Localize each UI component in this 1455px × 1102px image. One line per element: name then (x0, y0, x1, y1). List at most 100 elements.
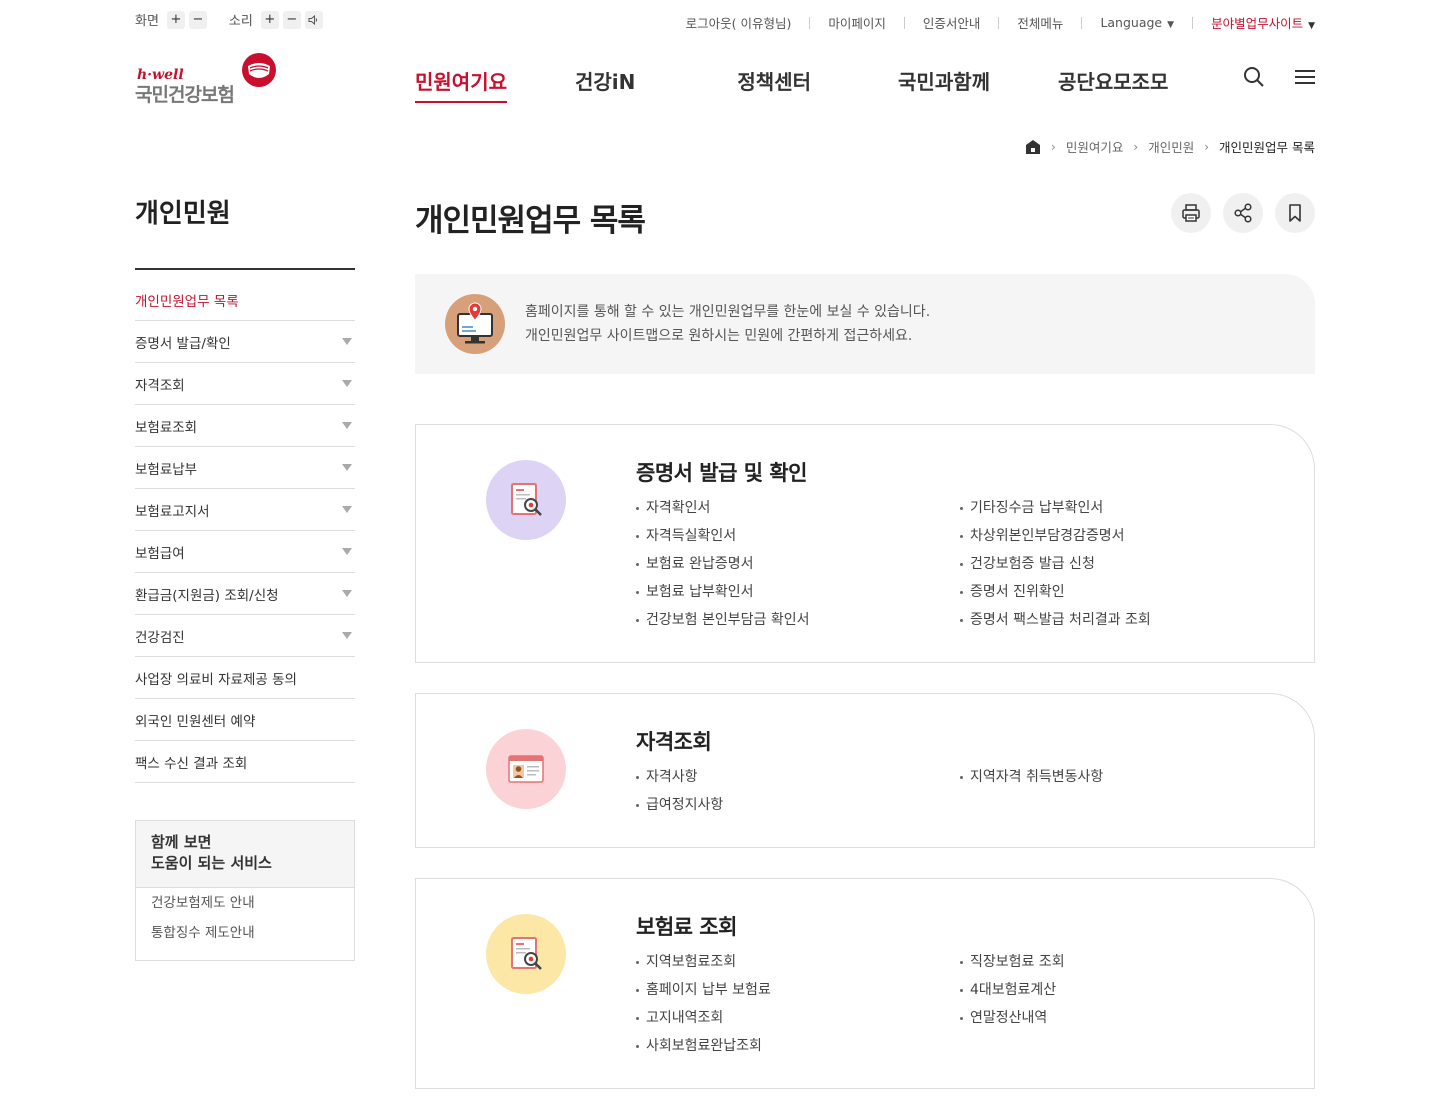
page-tools (1159, 193, 1315, 233)
share-icon (1234, 203, 1252, 223)
bookmark-icon (1289, 204, 1301, 222)
breadcrumb-item[interactable]: 개인민원 (1148, 137, 1194, 156)
page-title: 개인민원업무 목록 (415, 203, 646, 239)
accessibility-controls: 화면 + − 소리 + − (135, 10, 327, 29)
breadcrumb: › 민원여기요 › 개인민원 › 개인민원업무 목록 (1025, 137, 1315, 156)
search-icon[interactable] (1243, 66, 1265, 88)
service-link[interactable]: 차상위본인부담경감증명서 (960, 522, 1151, 550)
sidebar-item-list[interactable]: 개인민원업무 목록 (135, 279, 355, 321)
sidebar-title: 개인민원 (135, 199, 231, 229)
sidebar-item-label: 환급금(지원금) 조회/신청 (135, 587, 279, 604)
breadcrumb-separator-icon: › (1051, 139, 1056, 154)
service-link[interactable]: 고지내역조회 (636, 1004, 771, 1032)
service-link[interactable]: 급여정지사항 (636, 791, 723, 819)
breadcrumb-separator-icon: › (1204, 139, 1210, 154)
category-card-premium: 보험료 조회 지역보험료조회 홈페이지 납부 보험료 고지내역조회 사회보험료완… (415, 878, 1315, 1089)
volume-down-button[interactable]: − (282, 10, 301, 29)
nav-health-in[interactable]: 건강iN (575, 66, 635, 103)
related-services-title-line: 함께 보면 (151, 833, 212, 851)
certificate-guide-link[interactable]: 인증서안내 (923, 13, 981, 32)
service-link[interactable]: 홈페이지 납부 보험료 (636, 976, 771, 1004)
nav-with-people[interactable]: 국민과함께 (898, 66, 990, 103)
sidebar-item-qualification[interactable]: 자격조회 (135, 363, 355, 405)
category-icon-circle (486, 914, 566, 994)
breadcrumb-item[interactable]: 민원여기요 (1066, 137, 1124, 156)
certificate-search-icon (511, 483, 542, 516)
zoom-in-button[interactable]: + (166, 10, 185, 29)
service-link[interactable]: 보험료 납부확인서 (636, 578, 809, 606)
language-dropdown[interactable]: Language ▼ (1100, 15, 1174, 30)
service-link[interactable]: 자격득실확인서 (636, 522, 809, 550)
service-link[interactable]: 직장보험료 조회 (960, 948, 1065, 976)
sidebar-item-premium-notice[interactable]: 보험료고지서 (135, 489, 355, 531)
language-label: Language (1100, 15, 1163, 30)
service-link[interactable]: 연말정산내역 (960, 1004, 1065, 1032)
sidebar-item-label: 보험급여 (135, 545, 185, 562)
bookmark-button[interactable] (1275, 193, 1315, 233)
speaker-button[interactable] (304, 10, 323, 29)
category-links-left: 자격사항 급여정지사항 (636, 763, 723, 819)
expand-arrow-icon (342, 632, 352, 639)
category-icon-circle (486, 460, 566, 540)
hamburger-menu-icon[interactable] (1295, 69, 1315, 85)
service-link[interactable]: 지역자격 취득변동사항 (960, 763, 1103, 791)
sidebar-item-fax-result[interactable]: 팩스 수신 결과 조회 (135, 741, 355, 783)
sidebar-item-refund[interactable]: 환급금(지원금) 조회/신청 (135, 573, 355, 615)
sidebar-item-certificate[interactable]: 증명서 발급/확인 (135, 321, 355, 363)
header-actions (1243, 66, 1315, 88)
mypage-link[interactable]: 마이페이지 (828, 13, 886, 32)
sidebar-item-label: 보험료고지서 (135, 503, 210, 520)
print-icon (1182, 204, 1200, 222)
related-services-title-line: 도움이 되는 서비스 (151, 854, 272, 872)
volume-up-button[interactable]: + (260, 10, 279, 29)
sidebar-menu: 개인민원업무 목록 증명서 발급/확인 자격조회 보험료조회 보험료납부 보험료… (135, 279, 355, 783)
service-link[interactable]: 지역보험료조회 (636, 948, 771, 976)
field-sites-dropdown[interactable]: 분야별업무사이트 ▼ (1211, 13, 1315, 32)
sidebar-item-label: 개인민원업무 목록 (135, 293, 239, 310)
share-button[interactable] (1223, 193, 1263, 233)
sidebar-item-foreigner-reservation[interactable]: 외국인 민원센터 예약 (135, 699, 355, 741)
sidebar-item-benefits[interactable]: 보험급여 (135, 531, 355, 573)
service-link[interactable]: 기타징수금 납부확인서 (960, 494, 1151, 522)
service-link[interactable]: 4대보험료계산 (960, 976, 1065, 1004)
site-logo[interactable]: h·well 국민건강보험 (135, 52, 285, 106)
service-link[interactable]: 건강보험 본인부담금 확인서 (636, 606, 809, 634)
sitemap-monitor-icon (445, 294, 505, 354)
nav-policy-center[interactable]: 정책센터 (737, 66, 811, 103)
service-link[interactable]: 건강보험증 발급 신청 (960, 550, 1151, 578)
sidebar-item-checkup[interactable]: 건강검진 (135, 615, 355, 657)
nav-minwon[interactable]: 민원여기요 (415, 66, 507, 103)
intro-line: 홈페이지를 통해 할 수 있는 개인민원업무를 한눈에 보실 수 있습니다. (525, 304, 931, 320)
service-link[interactable]: 보험료 완납증명서 (636, 550, 809, 578)
print-button[interactable] (1171, 193, 1211, 233)
logo-mark-icon (242, 53, 276, 87)
related-service-link[interactable]: 건강보험제도 안내 (136, 888, 354, 918)
sidebar-item-label: 보험료조회 (135, 419, 198, 436)
service-link[interactable]: 증명서 진위확인 (960, 578, 1151, 606)
breadcrumb-separator-icon: › (1133, 139, 1139, 154)
service-link[interactable]: 증명서 팩스발급 처리결과 조회 (960, 606, 1151, 634)
zoom-out-button[interactable]: − (188, 10, 207, 29)
expand-arrow-icon (342, 548, 352, 555)
home-icon[interactable] (1025, 139, 1041, 155)
related-services-title: 함께 보면 도움이 되는 서비스 (136, 821, 354, 888)
sidebar-item-label: 보험료납부 (135, 461, 198, 478)
expand-arrow-icon (342, 422, 352, 429)
sidebar-item-medical-consent[interactable]: 사업장 의료비 자료제공 동의 (135, 657, 355, 699)
screen-zoom-label: 화면 (135, 14, 159, 29)
expand-arrow-icon (342, 590, 352, 597)
category-icon-circle (486, 729, 566, 809)
service-link[interactable]: 사회보험료완납조회 (636, 1032, 771, 1060)
nav-about[interactable]: 공단요모조모 (1058, 66, 1168, 103)
category-links-right: 직장보험료 조회 4대보험료계산 연말정산내역 (960, 948, 1065, 1032)
sidebar-item-label: 팩스 수신 결과 조회 (135, 755, 248, 772)
service-link[interactable]: 자격사항 (636, 763, 723, 791)
category-links-right: 기타징수금 납부확인서 차상위본인부담경감증명서 건강보험증 발급 신청 증명서… (960, 494, 1151, 634)
sidebar-item-premium-payment[interactable]: 보험료납부 (135, 447, 355, 489)
logout-link[interactable]: 로그아웃( 이유형님) (686, 13, 792, 32)
related-service-link[interactable]: 통합징수 제도안내 (136, 918, 354, 948)
service-link[interactable]: 자격확인서 (636, 494, 809, 522)
all-menu-link[interactable]: 전체메뉴 (1017, 13, 1063, 32)
category-card-qualification: 자격조회 자격사항 급여정지사항 지역자격 취득변동사항 (415, 693, 1315, 848)
sidebar-item-premium-inquiry[interactable]: 보험료조회 (135, 405, 355, 447)
